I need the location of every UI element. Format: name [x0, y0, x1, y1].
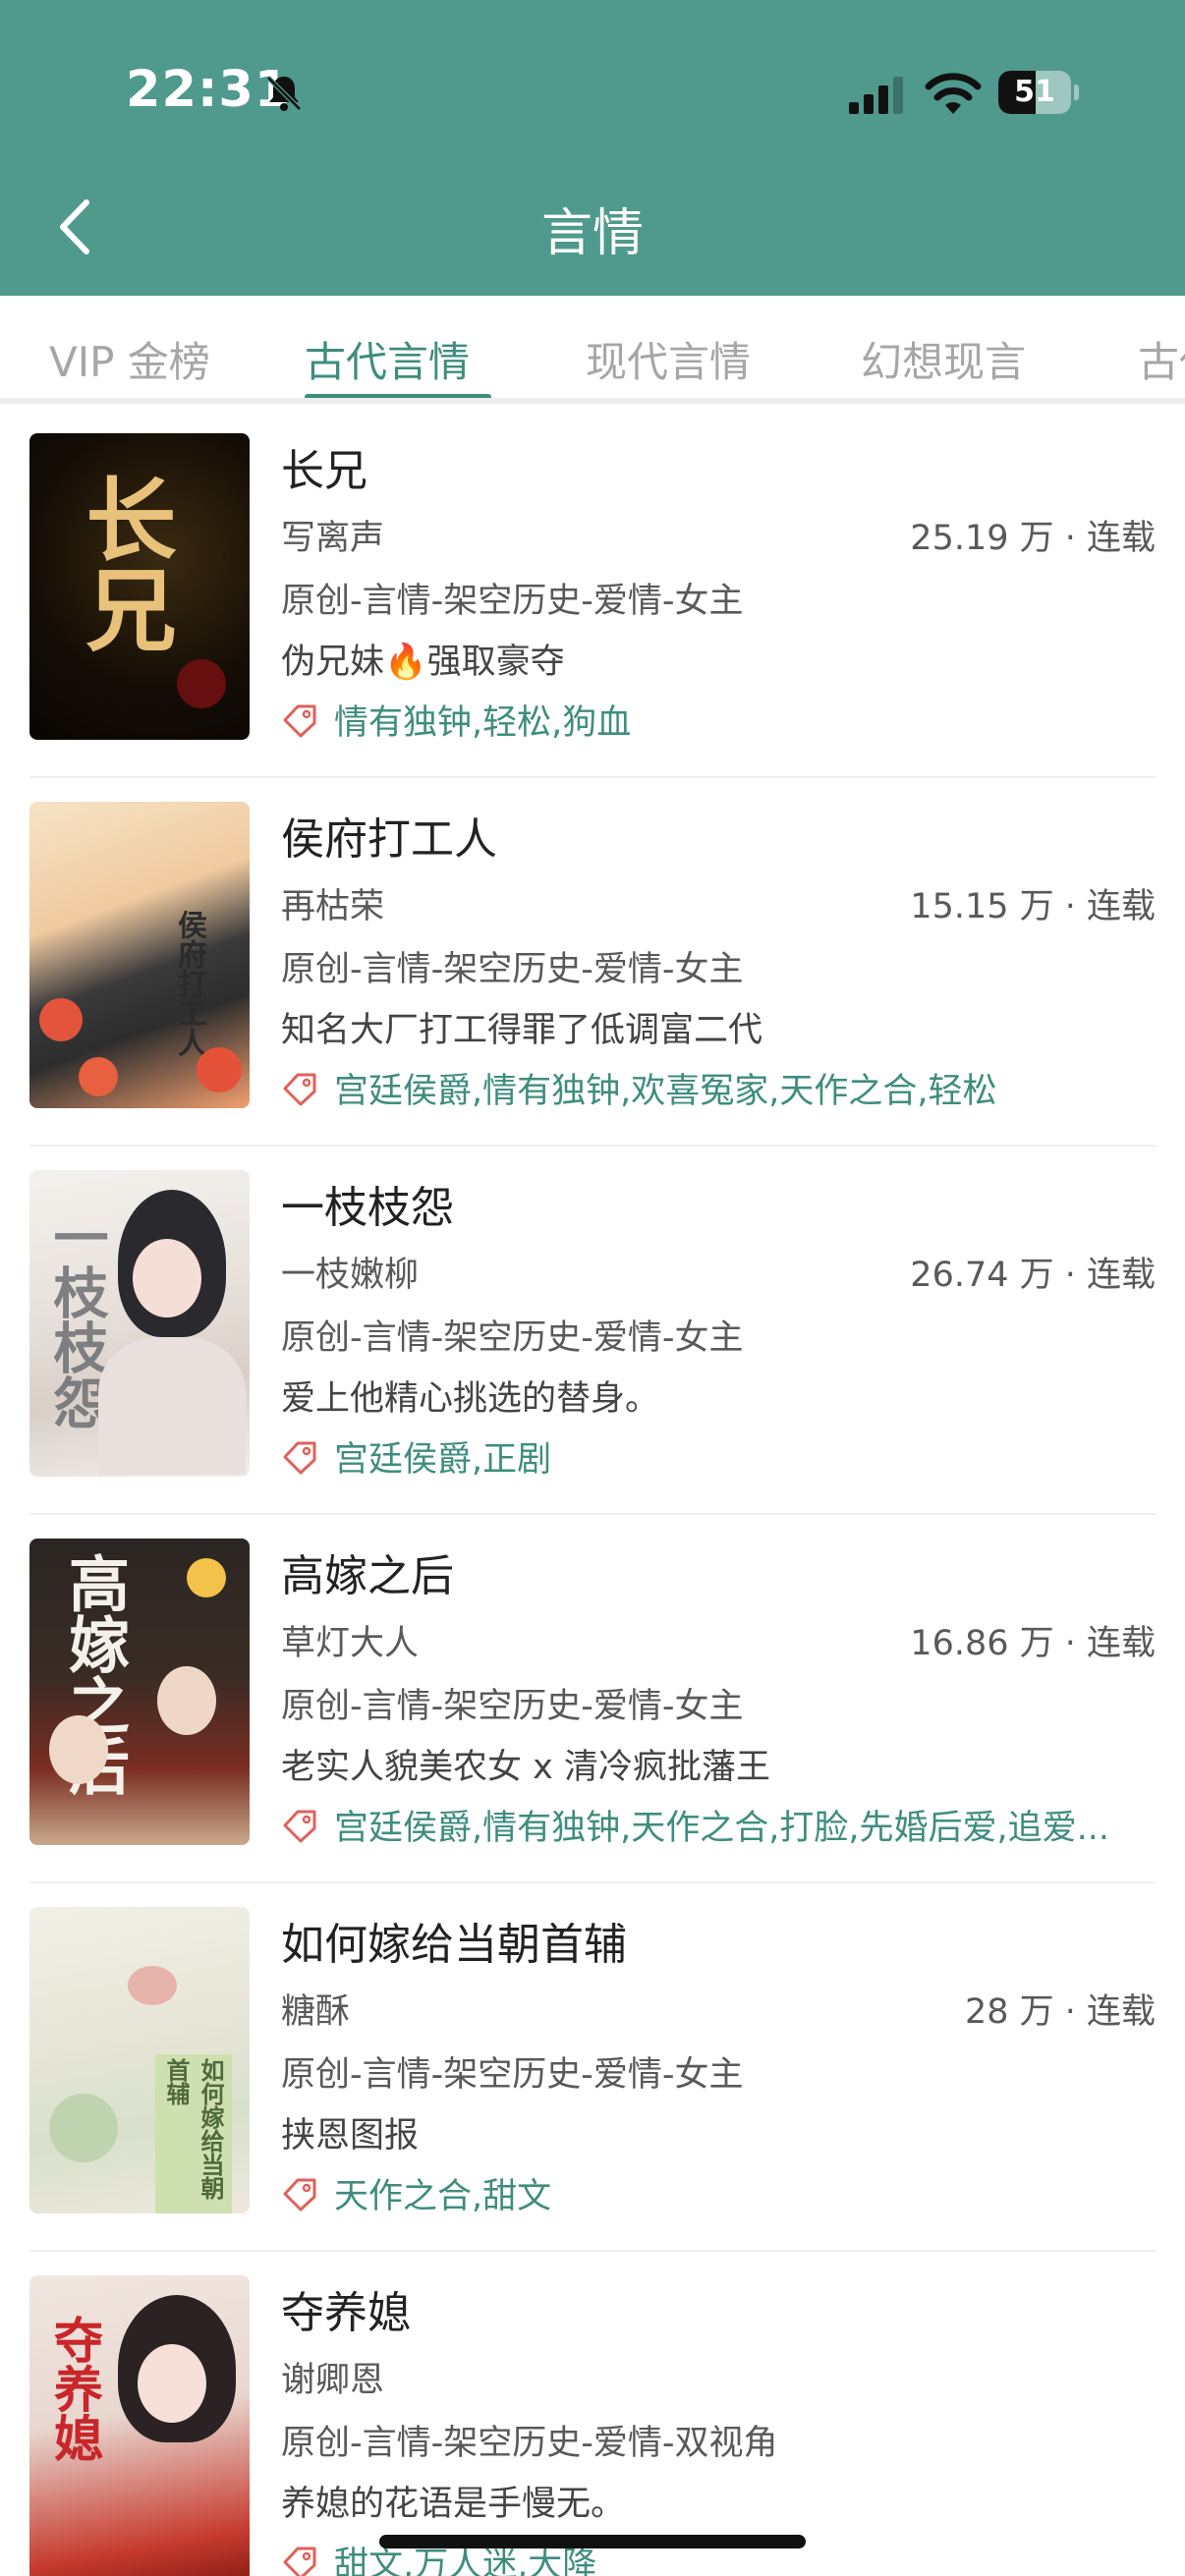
book-intro: 爱上他精心挑选的替身。 [281, 1379, 660, 1419]
book-category: 原创-言情-架空历史-爱情-双视角 [281, 2424, 778, 2463]
book-cover[interactable]: 如何嫁给当朝首辅 [29, 1907, 250, 2213]
tag-icon [283, 704, 316, 737]
tag-icon [283, 2178, 316, 2211]
book-intro: 知名大厂打工得罪了低调富二代 [281, 1011, 763, 1050]
book-title: 长兄 [281, 446, 367, 496]
book-word-count-status: 15.15 万 · 连载 [910, 887, 1156, 926]
book-item[interactable]: 一枝枝怨 一枝枝怨 一枝嫩柳 26.74 万 · 连载 原创-言情-架空历史-爱… [0, 1147, 1185, 1515]
cover-title-text: 长兄 [71, 473, 177, 653]
book-tags-row: 天作之合,甜文 [281, 2168, 1156, 2215]
book-cover[interactable]: 高嫁之后 [29, 1539, 250, 1845]
cover-title-text: 如何嫁给当朝首辅 [155, 2054, 232, 2213]
book-category: 原创-言情-架空历史-爱情-女主 [281, 950, 744, 989]
book-title: 如何嫁给当朝首辅 [281, 1920, 627, 1970]
book-cover[interactable]: 一枝枝怨 [29, 1170, 250, 1477]
cover-title-text: 夺养媳 [46, 2315, 104, 2462]
book-intro: 挟恩图报 [281, 2116, 420, 2156]
category-tabs: VIP 金榜 古代言情 现代言情 幻想现言 古代 [0, 296, 1185, 404]
tab-fantasy-modern[interactable]: 幻想现言 [861, 329, 1026, 389]
book-item[interactable]: 侯府打工人 侯府打工人 再枯荣 15.15 万 · 连载 原创-言情-架空历史-… [0, 778, 1185, 1147]
bell-muted-icon [266, 76, 302, 111]
book-author[interactable]: 草灯大人 [281, 1615, 419, 1665]
book-author[interactable]: 谢卿恩 [281, 2352, 384, 2402]
active-tab-indicator [305, 394, 491, 398]
book-word-count-status: 28 万 · 连载 [964, 1992, 1156, 2032]
tab-modern-romance[interactable]: 现代言情 [586, 329, 751, 389]
battery-level: 51 [1014, 75, 1055, 109]
book-tags: 宫廷侯爵,情有独钟,欢喜冤家,天作之合,轻松 [334, 1072, 997, 1110]
book-intro: 伪兄妹🔥强取豪夺 [281, 643, 565, 682]
book-tags: 宫廷侯爵,正剧 [334, 1440, 552, 1479]
cellular-signal-icon [849, 77, 903, 114]
tag-icon [283, 2547, 316, 2576]
book-author[interactable]: 一枝嫩柳 [281, 1247, 419, 1297]
book-tags-row: 宫廷侯爵,情有独钟,欢喜冤家,天作之合,轻松 [281, 1063, 1156, 1110]
cover-title-text: 侯府打工人 [172, 910, 206, 1057]
book-author[interactable]: 写离声 [281, 510, 384, 560]
page-title: 言情 [540, 204, 644, 263]
book-title: 一枝枝怨 [281, 1183, 454, 1233]
book-item[interactable]: 夺养媳 夺养媳 谢卿恩 原创-言情-架空历史-爱情-双视角 养媳的花语是手慢无。… [0, 2252, 1185, 2576]
book-category: 原创-言情-架空历史-爱情-女主 [281, 1687, 744, 1726]
tab-vip-ranking[interactable]: VIP 金榜 [49, 329, 210, 389]
book-item[interactable]: 如何嫁给当朝首辅 如何嫁给当朝首辅 糖酥 28 万 · 连载 原创-言情-架空历… [0, 1883, 1185, 2252]
book-tags: 甜文,万人迷,大降 [334, 2546, 597, 2576]
book-cover[interactable]: 侯府打工人 [29, 802, 250, 1108]
tag-icon [283, 1073, 316, 1105]
book-title: 高嫁之后 [281, 1551, 454, 1601]
home-indicator[interactable] [379, 2535, 806, 2548]
book-word-count-status: 16.86 万 · 连载 [910, 1624, 1156, 1663]
wifi-icon [925, 73, 982, 114]
book-tags-row: 情有独钟,轻松,狗血 [281, 695, 1156, 742]
battery-indicator: 51 [998, 71, 1079, 114]
tab-ancient-romance[interactable]: 古代言情 [305, 329, 470, 389]
book-cover[interactable]: 夺养媳 [29, 2275, 250, 2576]
book-tags: 情有独钟,轻松,狗血 [334, 703, 632, 742]
book-title: 侯府打工人 [281, 814, 497, 865]
book-intro: 养媳的花语是手慢无。 [281, 2485, 626, 2524]
book-word-count-status: 25.19 万 · 连载 [910, 519, 1156, 558]
book-intro: 老实人貌美农女 x 清冷疯批藩王 [281, 1748, 770, 1787]
book-category: 原创-言情-架空历史-爱情-女主 [281, 1318, 744, 1358]
book-category: 原创-言情-架空历史-爱情-女主 [281, 582, 744, 621]
book-author[interactable]: 糖酥 [281, 1984, 350, 2034]
book-tags: 天作之合,甜文 [334, 2177, 552, 2215]
tag-icon [283, 1810, 316, 1842]
book-tags: 宫廷侯爵,情有独钟,天作之合,打脸,先婚后爱,追爱... [334, 1809, 1110, 1847]
tag-icon [283, 1441, 316, 1474]
book-author[interactable]: 再枯荣 [281, 878, 384, 928]
book-item[interactable]: 长兄 长兄 写离声 25.19 万 · 连载 原创-言情-架空历史-爱情-女主 … [0, 410, 1185, 778]
book-word-count-status: 26.74 万 · 连载 [910, 1256, 1156, 1295]
book-item[interactable]: 高嫁之后 高嫁之后 草灯大人 16.86 万 · 连载 原创-言情-架空历史-爱… [0, 1515, 1185, 1883]
book-cover[interactable]: 长兄 [29, 433, 250, 740]
book-title: 夺养媳 [281, 2288, 411, 2338]
tab-ancient-more[interactable]: 古代 [1138, 329, 1185, 389]
book-category: 原创-言情-架空历史-爱情-女主 [281, 2055, 744, 2095]
book-tags-row: 宫廷侯爵,正剧 [281, 1431, 1156, 1479]
book-tags-row: 宫廷侯爵,情有独钟,天作之合,打脸,先婚后爱,追爱... [281, 1800, 1156, 1847]
app-header: 22:31 51 言情 [0, 0, 1185, 296]
